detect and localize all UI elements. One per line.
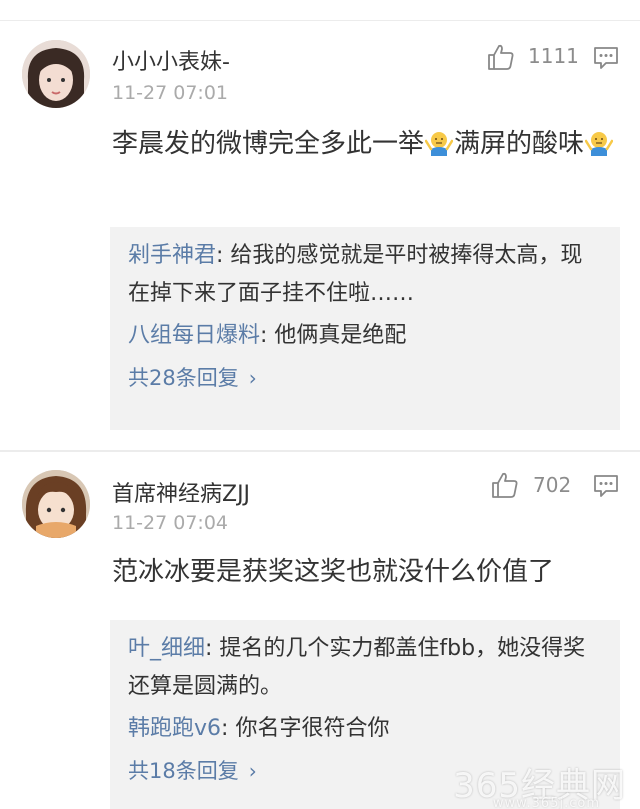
comment-bubble-icon[interactable]: [592, 44, 620, 72]
thumbs-up-icon[interactable]: [490, 470, 520, 500]
avatar[interactable]: [22, 40, 90, 108]
more-replies-link[interactable]: 共28条回复 ›: [128, 359, 602, 397]
reply-separator: :: [216, 243, 231, 268]
reply-username[interactable]: 八组每日爆料: [128, 323, 260, 348]
watermark-url: www.365j.com: [492, 796, 600, 809]
shrug-emoji-icon: [425, 132, 454, 156]
reply-username[interactable]: 韩跑跑v6: [128, 716, 221, 741]
reply-username[interactable]: 叶_细细: [128, 636, 205, 661]
comment-item: 小小小表妹- 11-27 07:01 1111 李晨发的微博完全多此一举 满屏的酸…: [0, 0, 640, 450]
comment-text-part: 满屏的酸味: [454, 129, 585, 159]
more-replies-label: 共28条回复: [128, 366, 239, 390]
more-replies-label: 共18条回复: [128, 759, 239, 783]
reply-box: 剁手神君: 给我的感觉就是平时被捧得太高，现在掉下来了面子挂不住啦…… 八组每日…: [110, 227, 620, 430]
timestamp: 11-27 07:01: [112, 82, 229, 104]
reply-item[interactable]: 剁手神君: 给我的感觉就是平时被捧得太高，现在掉下来了面子挂不住啦……: [128, 237, 602, 313]
comment-text-part: 李晨发的微博完全多此一举: [112, 129, 425, 159]
comment-item: 首席神经病ZJJ 11-27 07:04 702 范冰冰要是获奖这奖也就没什么价…: [0, 452, 640, 809]
comment-bubble-icon[interactable]: [592, 472, 620, 500]
chevron-right-icon: ›: [248, 759, 257, 783]
avatar[interactable]: [22, 470, 90, 538]
comment-text: 李晨发的微博完全多此一举 满屏的酸味: [112, 124, 617, 164]
thumbs-up-icon[interactable]: [486, 42, 516, 72]
like-count: 702: [533, 473, 572, 497]
chevron-right-icon: ›: [248, 366, 257, 390]
reply-username[interactable]: 剁手神君: [128, 243, 216, 268]
reply-separator: :: [221, 716, 236, 741]
timestamp: 11-27 07:04: [112, 512, 229, 534]
username[interactable]: 首席神经病ZJJ: [112, 476, 250, 508]
shrug-emoji-icon: [585, 132, 614, 156]
reply-separator: :: [260, 323, 275, 348]
comment-text: 范冰冰要是获奖这奖也就没什么价值了: [112, 557, 555, 587]
reply-text: 你名字很符合你: [235, 716, 390, 741]
reply-item[interactable]: 韩跑跑v6: 你名字很符合你: [128, 710, 602, 748]
reply-item[interactable]: 八组每日爆料: 他俩真是绝配: [128, 317, 602, 355]
like-count: 1111: [528, 44, 579, 68]
reply-separator: :: [205, 636, 220, 661]
reply-text: 他俩真是绝配: [274, 323, 407, 348]
reply-item[interactable]: 叶_细细: 提名的几个实力都盖住fbb，她没得奖还算是圆满的。: [128, 630, 602, 706]
username[interactable]: 小小小表妹-: [112, 44, 230, 76]
